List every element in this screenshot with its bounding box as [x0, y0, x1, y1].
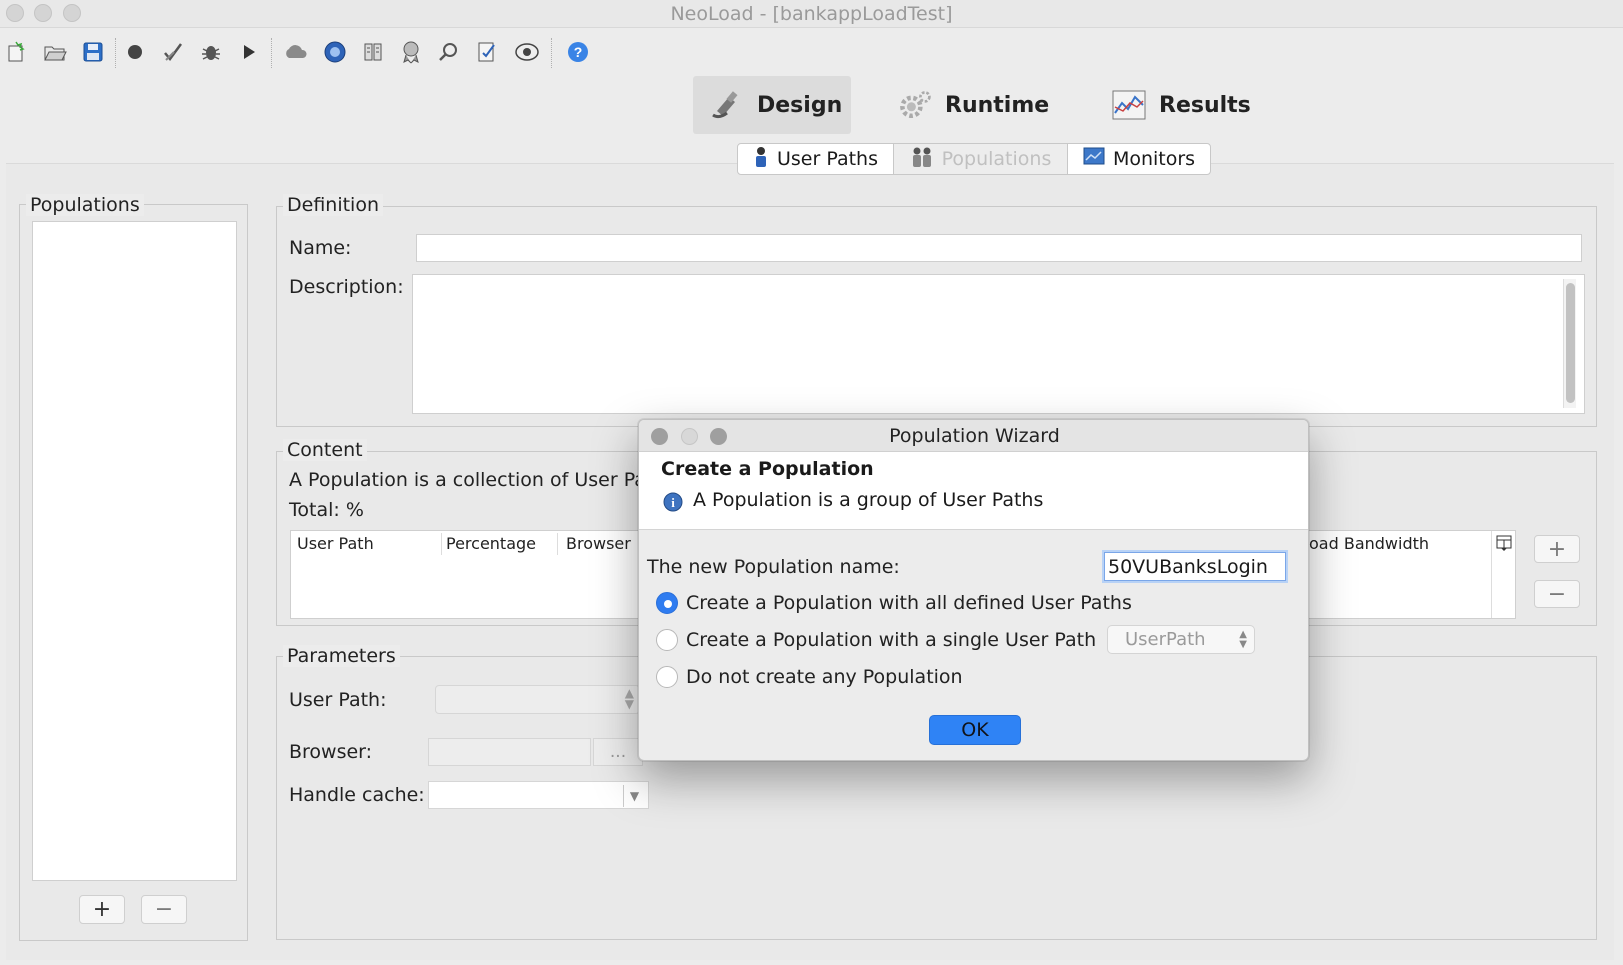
handle-cache-label: Handle cache: — [289, 784, 425, 806]
column-header-bandwidth[interactable]: oad Bandwidth — [1309, 534, 1429, 553]
column-divider — [1491, 531, 1492, 618]
user-icon — [753, 146, 769, 173]
updown-chevron-icon: ▲ ▼ — [1239, 629, 1247, 650]
population-wizard-dialog: Population Wizard Create a Population i … — [638, 419, 1309, 761]
svg-text:i: i — [671, 495, 675, 510]
check-icon[interactable] — [160, 39, 186, 65]
description-label: Description: — [289, 276, 404, 298]
option-single-user-path-label[interactable]: Create a Population with a single User P… — [686, 629, 1096, 651]
scrollbar-thumb[interactable] — [1566, 283, 1575, 403]
userpath-select[interactable]: UserPath ▲ ▼ — [1107, 625, 1255, 654]
mode-tab-runtime[interactable]: Runtime — [881, 76, 1061, 134]
column-divider — [557, 533, 558, 555]
save-icon[interactable] — [80, 39, 106, 65]
chart-icon — [1111, 87, 1147, 123]
ok-button[interactable]: OK — [929, 715, 1021, 745]
debug-icon[interactable] — [198, 39, 224, 65]
sub-tab-label: Populations — [941, 148, 1052, 170]
userpath-select-value: UserPath — [1125, 629, 1206, 650]
svg-text:?: ? — [574, 44, 583, 60]
populations-group-title: Populations — [26, 194, 144, 216]
radio-no-population[interactable] — [656, 666, 678, 688]
dialog-header-title: Create a Population — [661, 458, 874, 480]
dialog-header-info: A Population is a group of User Paths — [693, 489, 1044, 511]
column-header-browser[interactable]: Browser — [566, 534, 631, 553]
sub-tab-label: User Paths — [777, 148, 878, 170]
window-title: NeoLoad - [bankappLoadTest] — [670, 3, 953, 25]
updown-chevron-icon: ▲ ▼ — [624, 686, 634, 711]
record-icon[interactable] — [122, 39, 148, 65]
add-content-button[interactable]: + — [1534, 535, 1580, 563]
description-scrollbar[interactable] — [1563, 279, 1576, 408]
name-input[interactable] — [416, 234, 1582, 262]
dialog-title: Population Wizard — [889, 425, 1060, 447]
total-label: Total: % — [289, 499, 364, 521]
handle-cache-select[interactable]: ▼ — [428, 781, 649, 809]
window-title-bar: NeoLoad - [bankappLoadTest] — [0, 0, 1623, 28]
design-icon — [709, 87, 745, 123]
dialog-title-bar: Population Wizard — [639, 420, 1308, 452]
column-divider — [441, 533, 442, 555]
content-info-text: A Population is a collection of User Pa — [289, 469, 646, 491]
browser-browse-button[interactable]: ... — [593, 738, 643, 766]
design-sub-tabs: User Paths Populations Monitors — [737, 143, 1211, 175]
server-icon[interactable] — [360, 39, 386, 65]
population-icon — [910, 146, 934, 173]
browser-field[interactable] — [428, 738, 591, 766]
gears-icon — [897, 87, 933, 123]
name-label: Name: — [289, 237, 352, 259]
open-project-icon[interactable] — [42, 39, 68, 65]
column-header-percentage[interactable]: Percentage — [446, 534, 536, 553]
column-chooser-icon[interactable] — [1495, 534, 1513, 552]
option-all-user-paths-label[interactable]: Create a Population with all defined Use… — [686, 592, 1132, 614]
option-no-population-label[interactable]: Do not create any Population — [686, 666, 963, 688]
radio-all-user-paths[interactable] — [656, 592, 678, 614]
new-project-icon[interactable] — [4, 39, 30, 65]
checklist-icon[interactable] — [474, 39, 500, 65]
parameters-group-title: Parameters — [283, 645, 400, 667]
toolbar-separator — [551, 38, 552, 68]
mode-tab-label: Design — [757, 92, 843, 118]
cloud-icon[interactable] — [283, 39, 309, 65]
population-name-input[interactable]: 50VUBanksLogin — [1104, 552, 1286, 581]
remove-content-button[interactable]: − — [1534, 580, 1580, 608]
browser-label: Browser: — [289, 741, 373, 763]
user-path-select[interactable]: ▲ ▼ — [435, 685, 640, 714]
award-icon[interactable] — [398, 39, 424, 65]
description-textarea[interactable] — [412, 274, 1585, 414]
info-icon: i — [663, 492, 683, 512]
user-path-label: User Path: — [289, 689, 387, 711]
remove-population-button[interactable]: − — [141, 895, 187, 924]
dropdown-arrow-icon: ▼ — [623, 785, 645, 807]
add-population-button[interactable]: + — [79, 895, 125, 924]
mode-tab-results[interactable]: Results — [1095, 76, 1255, 134]
monitor-screen-icon — [1083, 147, 1105, 172]
sub-tab-label: Monitors — [1112, 148, 1196, 170]
toolbar-separator — [271, 38, 272, 68]
mode-tab-label: Results — [1159, 92, 1251, 118]
content-group-title: Content — [283, 439, 367, 461]
populations-list[interactable] — [32, 221, 237, 881]
sub-tab-monitors[interactable]: Monitors — [1068, 144, 1210, 174]
sub-tab-user-paths[interactable]: User Paths — [738, 144, 894, 174]
help-icon[interactable]: ? — [565, 39, 591, 65]
run-icon[interactable] — [236, 39, 262, 65]
dialog-header: Create a Population i A Population is a … — [639, 452, 1308, 530]
column-header-user-path[interactable]: User Path — [297, 534, 374, 553]
search-icon[interactable] — [436, 39, 462, 65]
radio-single-user-path[interactable] — [656, 629, 678, 651]
sub-tab-populations[interactable]: Populations — [894, 144, 1068, 174]
neotys-icon[interactable] — [322, 39, 348, 65]
definition-group-title: Definition — [283, 194, 384, 216]
monitor-icon[interactable] — [514, 39, 540, 65]
mode-tab-label: Runtime — [945, 92, 1050, 118]
mode-tab-design[interactable]: Design — [693, 76, 851, 134]
population-name-label: The new Population name: — [647, 556, 900, 578]
toolbar-separator — [115, 38, 116, 68]
